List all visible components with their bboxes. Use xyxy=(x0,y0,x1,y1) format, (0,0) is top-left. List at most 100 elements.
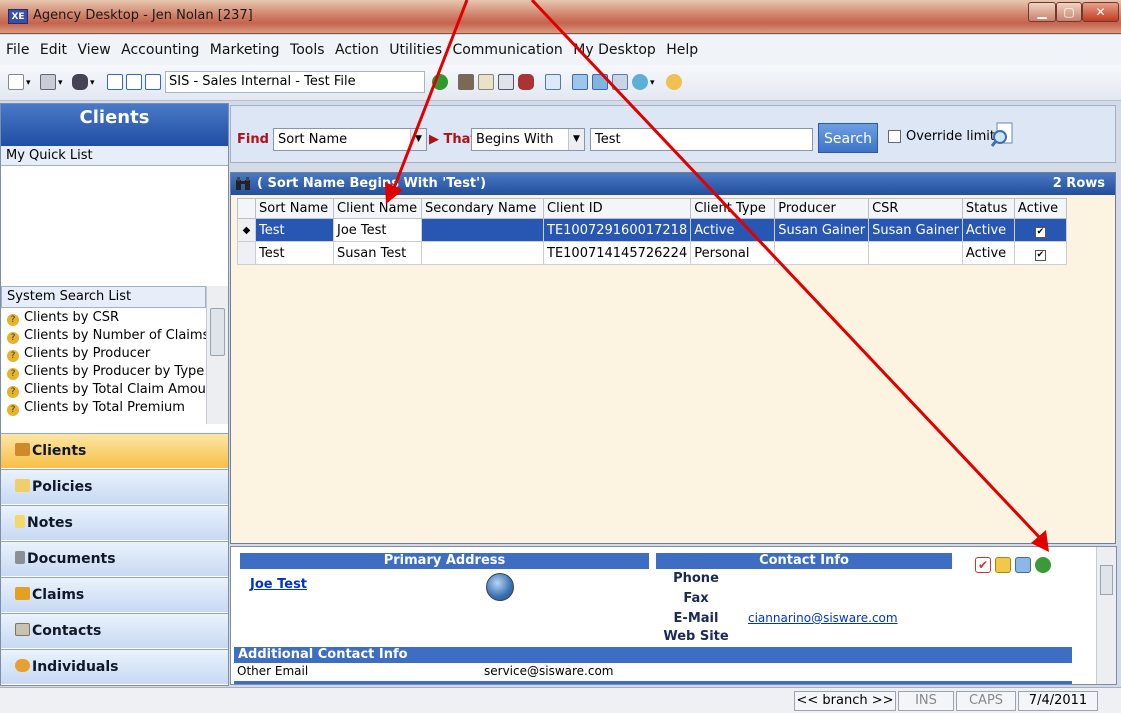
override-limit-checkbox[interactable] xyxy=(888,130,901,143)
detail-scrollbar[interactable] xyxy=(1096,547,1116,684)
col-secondary-name[interactable]: Secondary Name xyxy=(421,198,544,219)
cell-secondary-name[interactable] xyxy=(421,218,544,242)
nav-individuals[interactable]: Individuals xyxy=(1,649,228,684)
cell-client-type[interactable]: Active xyxy=(690,218,776,242)
cell-csr[interactable] xyxy=(868,241,963,265)
active-checkbox[interactable]: ✔ xyxy=(1034,249,1046,261)
quick-list-label[interactable]: My Quick List xyxy=(1,146,228,166)
cell-producer[interactable]: Susan Gainer xyxy=(774,218,870,242)
active-checkbox[interactable]: ✔ xyxy=(1034,226,1046,238)
cell-secondary-name[interactable] xyxy=(421,241,544,265)
tools-icon[interactable] xyxy=(458,74,474,90)
cell-status[interactable]: Active xyxy=(961,218,1015,242)
search-item[interactable]: ? Clients by Producer xyxy=(1,345,206,362)
package-icon[interactable] xyxy=(518,74,534,90)
menu-help[interactable]: Help xyxy=(666,42,698,58)
col-client-id[interactable]: Client ID xyxy=(542,198,692,219)
nav-claims[interactable]: Claims xyxy=(1,577,228,612)
cell-sort-name[interactable]: Test xyxy=(255,218,334,242)
search-button[interactable]: Search xyxy=(818,123,878,153)
document-list-icon[interactable] xyxy=(592,74,608,90)
cell-client-id[interactable]: TE100714145726224 xyxy=(542,241,692,265)
menu-tools[interactable]: Tools xyxy=(290,42,325,58)
search-item[interactable]: ? Clients by Total Claim Amount xyxy=(1,381,206,398)
mail-icon[interactable] xyxy=(478,74,494,90)
scrollbar-thumb[interactable] xyxy=(1100,565,1113,595)
maximize-button[interactable]: ▢ xyxy=(1056,2,1082,22)
col-sort-name[interactable]: Sort Name xyxy=(255,198,334,219)
cell-client-name[interactable]: Joe Test xyxy=(333,218,422,242)
person-icon[interactable] xyxy=(1035,557,1051,573)
document-icon[interactable] xyxy=(1015,557,1031,573)
print-dropdown-icon[interactable]: ▾ xyxy=(58,75,63,91)
binoculars-icon[interactable] xyxy=(72,74,88,90)
menu-action[interactable]: Action xyxy=(335,42,379,58)
minimize-button[interactable]: ▁ xyxy=(1028,2,1056,22)
nav-policies[interactable]: Policies xyxy=(1,469,228,504)
nav-clients[interactable]: Clients xyxy=(1,433,228,468)
find-field-select[interactable]: Sort Name ▼ xyxy=(273,128,427,151)
refresh-icon[interactable] xyxy=(632,74,648,90)
menu-view[interactable]: View xyxy=(77,42,110,58)
cell-client-type[interactable]: Personal xyxy=(690,241,776,265)
col-client-type[interactable]: Client Type xyxy=(690,198,776,219)
calendar-week-icon[interactable] xyxy=(126,74,142,90)
magnifier-page-icon[interactable] xyxy=(991,121,1015,147)
search-input[interactable]: Test xyxy=(590,128,813,151)
col-status[interactable]: Status xyxy=(961,198,1015,219)
home-icon[interactable] xyxy=(666,74,682,90)
refresh-dropdown-icon[interactable]: ▾ xyxy=(650,75,655,91)
col-csr[interactable]: CSR xyxy=(868,198,963,219)
search-item[interactable]: ? Clients by Producer by Type xyxy=(1,363,206,380)
cell-producer[interactable] xyxy=(774,241,870,265)
calendar-month-icon[interactable] xyxy=(145,74,161,90)
folder-note-icon[interactable] xyxy=(995,557,1011,573)
col-active[interactable]: Active xyxy=(1013,198,1067,219)
nav-notes[interactable]: Notes xyxy=(1,505,228,540)
scrollbar-thumb[interactable] xyxy=(210,308,225,356)
checkmark-icon[interactable]: ✔ xyxy=(975,557,991,573)
email-link[interactable]: ciannarino@sisware.com xyxy=(748,611,898,625)
operator-select[interactable]: Begins With ▼ xyxy=(471,128,585,151)
col-producer[interactable]: Producer xyxy=(774,198,870,219)
menu-accounting[interactable]: Accounting xyxy=(121,42,199,58)
table-row[interactable]: Test Susan Test TE100714145726224 Person… xyxy=(237,241,1067,265)
menu-communication[interactable]: Communication xyxy=(452,42,562,58)
search-item[interactable]: ? Clients by CSR xyxy=(1,309,206,326)
menu-utilities[interactable]: Utilities xyxy=(389,42,442,58)
cell-client-id[interactable]: TE100729160017218 xyxy=(542,218,692,242)
nav-contacts[interactable]: Contacts xyxy=(1,613,228,648)
cell-client-name[interactable]: Susan Test xyxy=(333,241,422,265)
col-client-name[interactable]: Client Name xyxy=(333,198,422,219)
branch-selector[interactable]: << branch >> xyxy=(794,691,896,711)
columns-icon[interactable] xyxy=(612,74,628,90)
edit-note-icon[interactable] xyxy=(545,74,561,90)
form-icon[interactable] xyxy=(498,74,514,90)
row-selector-icon[interactable] xyxy=(237,241,256,265)
menu-my-desktop[interactable]: My Desktop xyxy=(573,42,656,58)
search-list-scrollbar[interactable] xyxy=(206,286,228,424)
cell-status[interactable]: Active xyxy=(961,241,1015,265)
table-row[interactable]: ◆ Test Joe Test TE100729160017218 Active… xyxy=(237,218,1067,242)
row-selector-icon[interactable]: ◆ xyxy=(237,218,256,242)
new-document-icon[interactable] xyxy=(8,74,24,90)
search-item[interactable]: ? Clients by Total Premium xyxy=(1,399,206,416)
menu-file[interactable]: File xyxy=(6,42,29,58)
close-button[interactable]: ✕ xyxy=(1082,2,1119,22)
find-dropdown-icon[interactable]: ▾ xyxy=(90,75,95,91)
print-icon[interactable] xyxy=(40,74,56,90)
globe-icon[interactable] xyxy=(486,573,514,601)
chevron-down-icon[interactable]: ▼ xyxy=(410,129,426,150)
new-dropdown-icon[interactable]: ▾ xyxy=(26,75,31,91)
search-item[interactable]: ? Clients by Number of Claims xyxy=(1,327,206,344)
calendar-day-icon[interactable] xyxy=(107,74,123,90)
cell-active[interactable]: ✔ xyxy=(1013,241,1067,265)
chevron-down-icon[interactable]: ▼ xyxy=(568,129,584,150)
client-name-link[interactable]: Joe Test xyxy=(250,577,307,592)
menu-edit[interactable]: Edit xyxy=(40,42,67,58)
menu-marketing[interactable]: Marketing xyxy=(210,42,280,58)
nav-documents[interactable]: Documents xyxy=(1,541,228,576)
file-selector[interactable]: SIS - Sales Internal - Test File xyxy=(165,71,425,93)
cell-csr[interactable]: Susan Gainer xyxy=(868,218,963,242)
cell-active[interactable]: ✔ xyxy=(1013,218,1067,242)
